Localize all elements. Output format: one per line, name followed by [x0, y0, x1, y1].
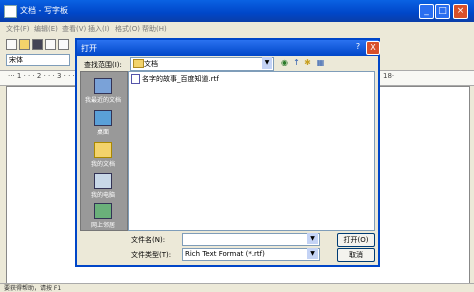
font-select[interactable]: 宋体 — [6, 54, 70, 66]
network-places-icon — [94, 203, 112, 219]
view-menu-icon[interactable]: ▦ — [316, 58, 325, 67]
open-button[interactable]: 打开(O) — [337, 233, 375, 247]
look-in-value: 文档 — [144, 60, 158, 68]
rtf-file-icon — [131, 74, 140, 84]
save-icon[interactable] — [32, 39, 43, 50]
new-folder-icon[interactable]: ✱ — [303, 58, 312, 67]
file-item[interactable]: 名字的故事_百度知道.rtf — [142, 74, 219, 84]
desktop-icon — [94, 110, 112, 126]
ruler-end-mark: 18· — [383, 72, 395, 80]
menu-help[interactable]: 帮助(H) — [142, 24, 167, 34]
place-label: 网上邻居 — [90, 222, 115, 229]
cancel-button[interactable]: 取消 — [337, 248, 375, 262]
title-bar — [0, 0, 474, 22]
up-folder-icon[interactable]: ↑ — [292, 58, 301, 67]
place-recent-documents[interactable]: 我最近的文档 — [80, 78, 126, 104]
dialog-close-button[interactable]: X — [366, 41, 380, 55]
chevron-down-icon[interactable]: ▼ — [262, 57, 272, 69]
close-window-button[interactable]: × — [453, 4, 468, 19]
folder-icon — [133, 59, 144, 68]
place-my-computer[interactable]: 我的电脑 — [80, 173, 126, 199]
print-icon[interactable] — [45, 39, 56, 50]
file-type-label: 文件类型(T): — [131, 251, 172, 259]
menu-insert[interactable]: 插入(I) — [88, 24, 110, 34]
look-in-label: 查找范围(I): — [84, 61, 122, 69]
my-computer-icon — [94, 173, 112, 189]
wordpad-app-icon — [4, 5, 17, 18]
place-label: 我的文档 — [90, 161, 115, 168]
menu-edit[interactable]: 编辑(E) — [34, 24, 58, 34]
back-icon[interactable]: ◉ — [280, 58, 289, 67]
recent-documents-icon — [94, 78, 112, 94]
menu-view[interactable]: 查看(V) — [62, 24, 86, 34]
file-name-label: 文件名(N): — [131, 236, 166, 244]
file-name-dropdown-icon[interactable]: ▼ — [307, 233, 318, 244]
dialog-help-button[interactable]: ? — [352, 41, 364, 53]
dialog-title: 打开 — [81, 44, 97, 53]
place-network[interactable]: 网上邻居 — [80, 203, 126, 229]
place-label: 桌面 — [96, 129, 109, 136]
place-my-documents[interactable]: 我的文档 — [80, 142, 126, 168]
window-title: 文档 - 写字板 — [20, 6, 68, 15]
menu-file[interactable]: 文件(F) — [6, 24, 30, 34]
new-icon[interactable] — [6, 39, 17, 50]
file-list[interactable] — [128, 71, 375, 231]
dialog-title-bar — [77, 40, 378, 56]
minimize-button[interactable]: _ — [419, 4, 434, 19]
place-desktop[interactable]: 桌面 — [80, 110, 126, 136]
file-type-dropdown-icon[interactable]: ▼ — [307, 248, 318, 259]
file-name-input[interactable] — [182, 233, 320, 246]
open-icon[interactable] — [19, 39, 30, 50]
print-preview-icon[interactable] — [58, 39, 69, 50]
menu-format[interactable]: 格式(O) — [115, 24, 140, 34]
my-documents-icon — [94, 142, 112, 158]
file-type-value: Rich Text Format (*.rtf) — [185, 250, 265, 258]
place-label: 我的电脑 — [90, 192, 115, 199]
maximize-button[interactable]: □ — [435, 4, 450, 19]
place-label: 我最近的文档 — [84, 97, 121, 104]
